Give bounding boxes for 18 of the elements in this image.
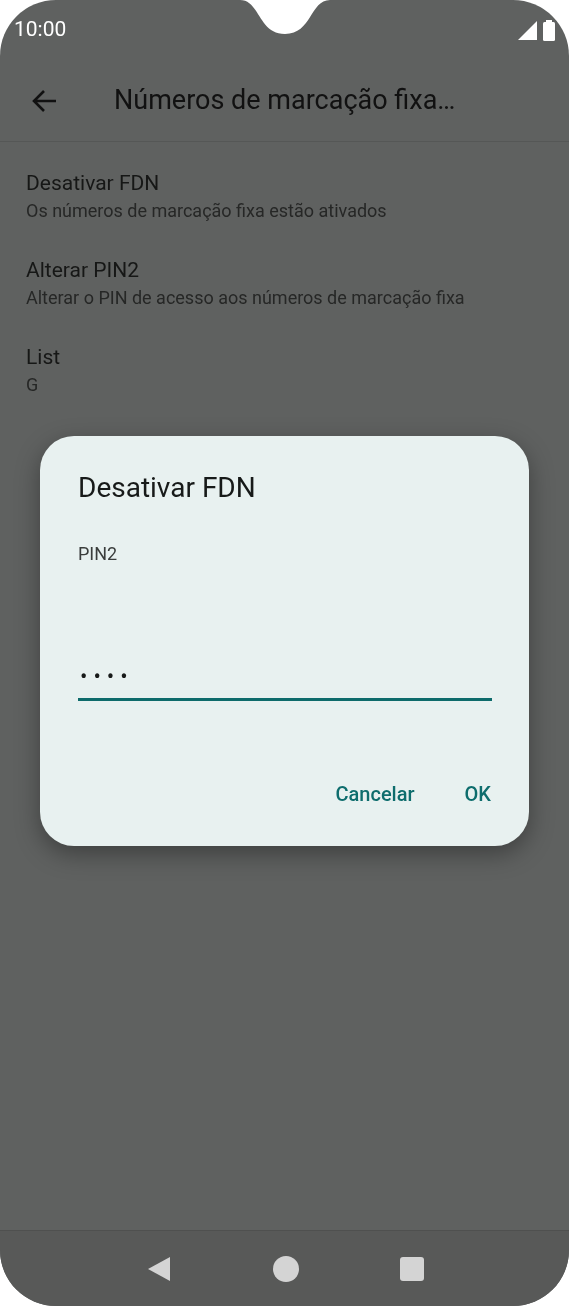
dialog-action-button[interactable]: Cancelar — [321, 773, 429, 815]
recents-nav-icon[interactable] — [399, 1256, 424, 1281]
setting-summary: Os números de marcação fixa estão ativados — [26, 199, 388, 223]
field-label: PIN2 — [78, 542, 119, 566]
setting-title[interactable]: Alterar PIN2 — [26, 255, 543, 285]
dialog-action-button[interactable]: OK — [450, 773, 505, 815]
status-time: 10:00 — [14, 16, 67, 44]
home-nav-icon[interactable] — [271, 1254, 300, 1283]
screen-title: Números de marcação fixa… — [114, 83, 456, 119]
setting-title[interactable]: Desativar FDN — [26, 168, 543, 198]
setting-title[interactable]: List — [26, 342, 543, 372]
back-icon[interactable] — [32, 88, 58, 113]
pin-input-field[interactable]: •••• — [78, 655, 492, 701]
setting-summary: G — [26, 373, 40, 397]
signal-icon — [518, 20, 537, 40]
setting-summary: Alterar o PIN de acesso aos números de marcação fixa — [26, 286, 466, 310]
battery-icon — [543, 19, 555, 41]
dialog-title: Desativar FDN — [78, 470, 257, 506]
